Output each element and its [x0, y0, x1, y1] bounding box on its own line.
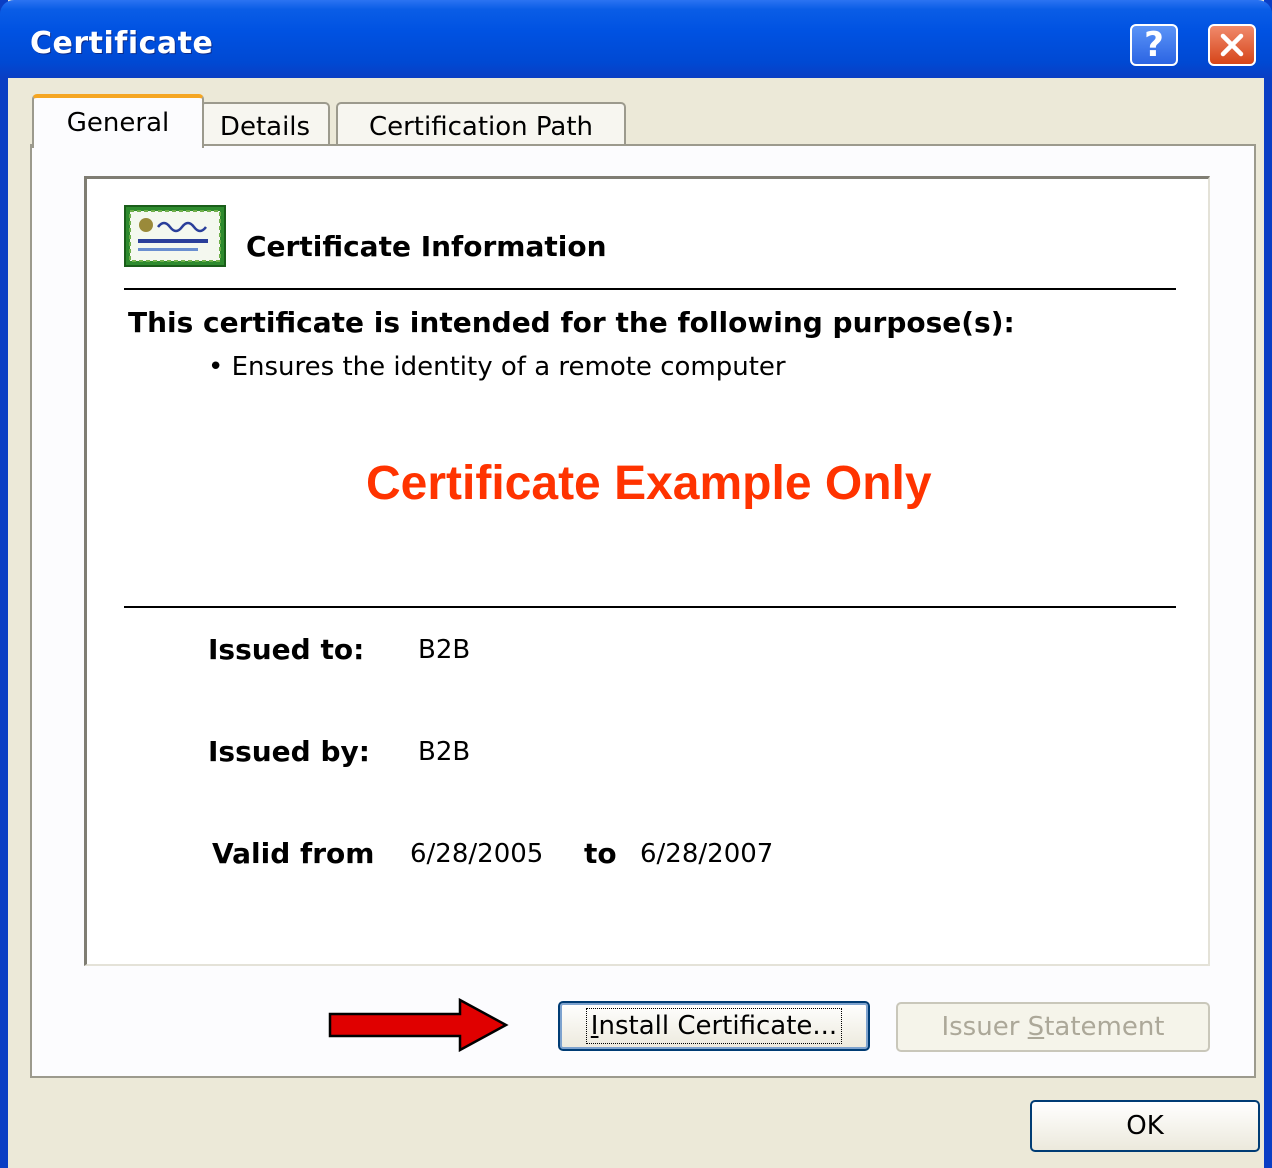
issuer-statement-button: Issuer Statement [896, 1002, 1210, 1052]
close-button[interactable] [1208, 24, 1256, 66]
ok-button[interactable]: OK [1030, 1100, 1260, 1152]
tab-details[interactable]: Details [200, 102, 330, 146]
tab-certification-path[interactable]: Certification Path [336, 102, 626, 146]
valid-to-label: to [584, 837, 617, 870]
window-title: Certificate [30, 26, 214, 61]
certificate-info-title: Certificate Information [246, 230, 607, 263]
valid-to-value: 6/28/2007 [640, 839, 774, 869]
help-icon: ? [1144, 25, 1164, 65]
example-watermark: Certificate Example Only [366, 457, 932, 510]
issued-by-label: Issued by: [208, 735, 370, 768]
purpose-heading: This certificate is intended for the fol… [128, 306, 1015, 339]
issuer-statement-label: Issuer Statement [941, 1012, 1165, 1042]
help-button[interactable]: ? [1130, 24, 1178, 66]
issued-to-label: Issued to: [208, 633, 365, 666]
divider-bottom [124, 606, 1176, 608]
arrow-right-icon [328, 998, 509, 1052]
install-certificate-label: Install Certificate... [585, 1008, 843, 1044]
certificate-icon [124, 205, 226, 267]
tab-general[interactable]: General [32, 94, 204, 148]
title-bar[interactable]: Certificate ? [0, 0, 1272, 78]
purpose-item: Ensures the identity of a remote compute… [208, 352, 786, 382]
valid-from-label: Valid from [212, 837, 375, 870]
valid-from-value: 6/28/2005 [410, 839, 544, 869]
divider-top [124, 288, 1176, 290]
issued-by-value: B2B [418, 737, 471, 767]
purpose-list: Ensures the identity of a remote compute… [208, 352, 786, 382]
install-certificate-button[interactable]: Install Certificate... [558, 1001, 870, 1051]
close-icon [1220, 33, 1244, 57]
issued-to-value: B2B [418, 635, 471, 665]
